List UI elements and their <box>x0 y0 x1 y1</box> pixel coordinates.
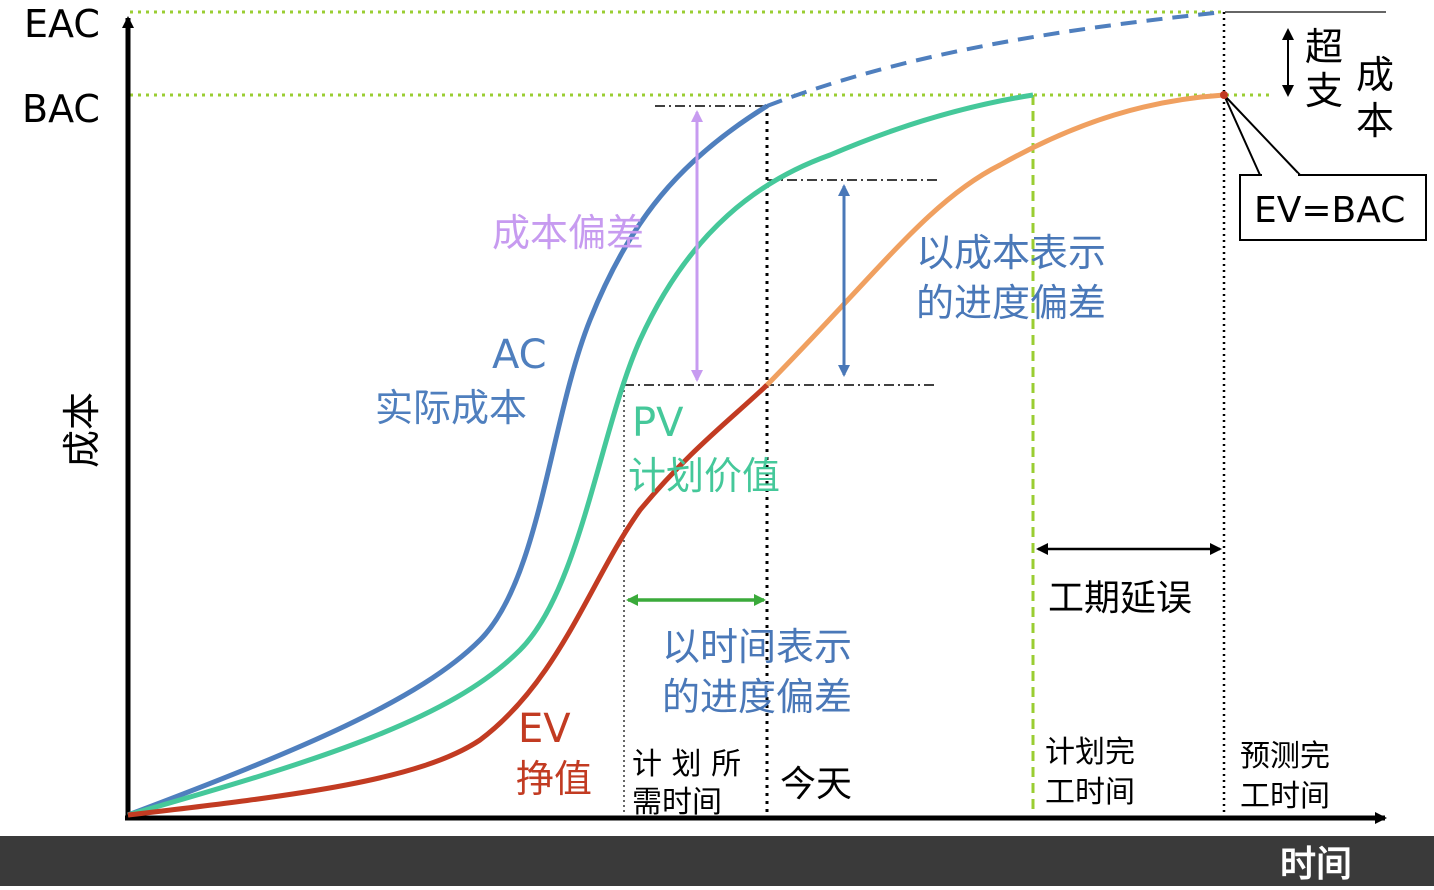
pv-curve <box>127 92 1034 818</box>
schedule-time-label-2: 的进度偏差 <box>662 675 852 719</box>
ev-label-cn: 挣值 <box>516 757 592 801</box>
overrun-col2-top: 成 <box>1356 53 1394 97</box>
overrun-col1-bottom: 支 <box>1305 69 1343 113</box>
today-label: 今天 <box>780 764 852 805</box>
planned-finish-label-2: 工时间 <box>1045 775 1135 810</box>
overrun-col2-bottom: 本 <box>1356 99 1394 143</box>
ev-bac-callout-pointer <box>1223 94 1301 176</box>
bac-label: BAC <box>22 87 100 131</box>
forecast-finish-label-2: 工时间 <box>1240 779 1330 814</box>
ac-label-cn: 实际成本 <box>375 386 527 430</box>
schedule-cost-label-2: 的进度偏差 <box>916 281 1106 325</box>
ac-forecast-curve <box>766 10 1225 108</box>
planned-needed-label-2: 需时间 <box>632 785 722 820</box>
cost-variance-label: 成本偏差 <box>492 211 644 255</box>
x-axis-label: 时间 <box>1280 844 1352 885</box>
eac-label: EAC <box>24 2 100 46</box>
y-axis-label: 成本 <box>60 392 104 468</box>
schedule-cost-label-1: 以成本表示 <box>916 231 1106 275</box>
ev-label: EV <box>518 706 571 752</box>
pv-label-cn: 计划价值 <box>628 454 780 498</box>
schedule-delay-label: 工期延误 <box>1048 578 1192 619</box>
pv-label: PV <box>632 400 684 446</box>
ev-bac-point <box>1220 91 1228 99</box>
forecast-finish-label-1: 预测完 <box>1240 739 1330 774</box>
overrun-col1-top: 超 <box>1305 25 1343 69</box>
earned-value-diagram: EAC BAC 成本 成本偏差 AC 实际成本 PV 计划价值 EV 挣值 以成… <box>0 0 1434 886</box>
bottom-bar <box>0 836 1434 886</box>
planned-needed-label-1: 计 划 所 <box>632 747 741 782</box>
schedule-time-label-1: 以时间表示 <box>662 625 852 669</box>
planned-finish-label-1: 计划完 <box>1045 735 1135 770</box>
ac-label: AC <box>492 332 547 378</box>
diagram-canvas: EAC BAC 成本 成本偏差 AC 实际成本 PV 计划价值 EV 挣值 以成… <box>0 2 1434 886</box>
ev-bac-label: EV=BAC <box>1254 190 1405 231</box>
